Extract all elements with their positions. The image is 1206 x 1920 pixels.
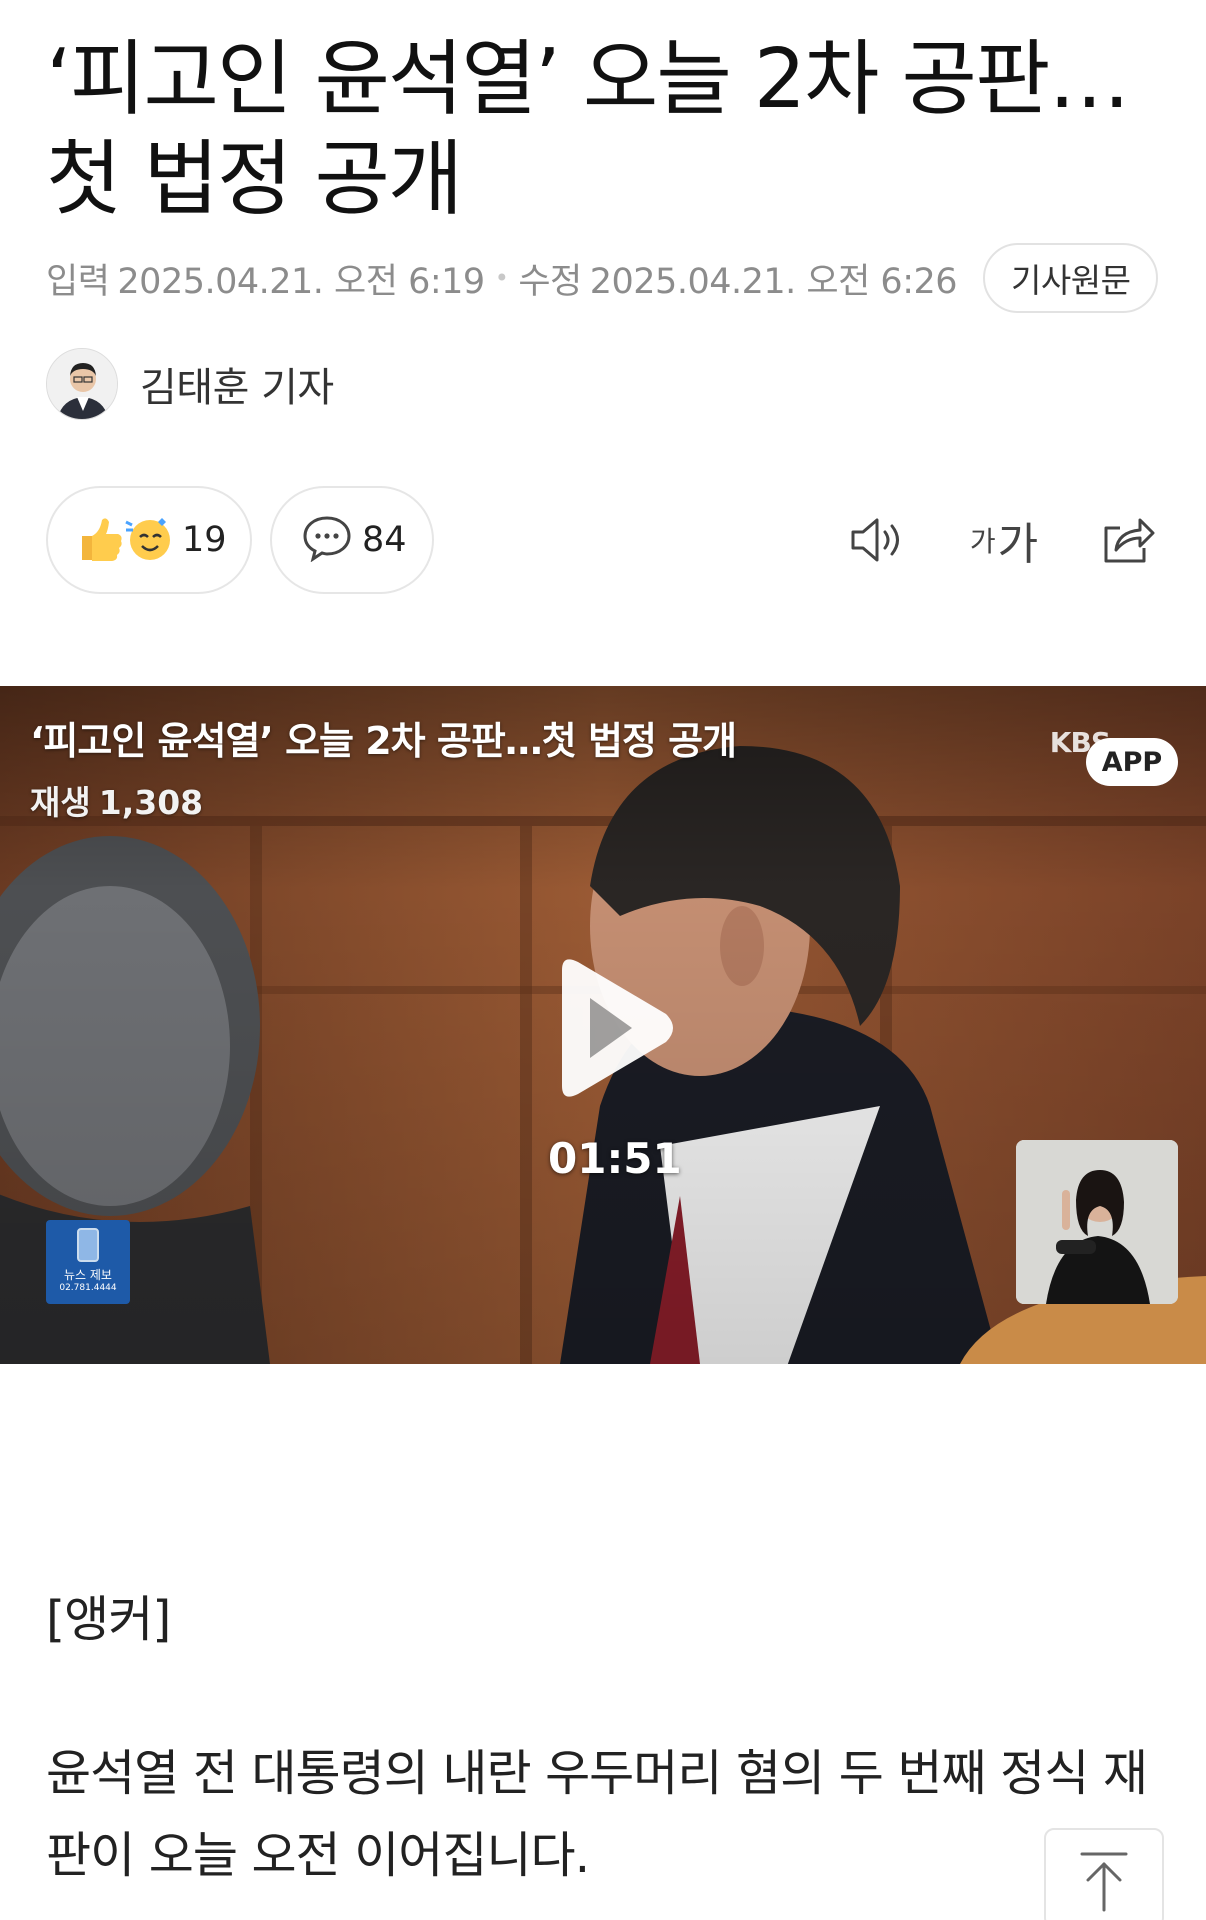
share-icon[interactable] [1096, 510, 1160, 570]
arrow-up-icon [1076, 1850, 1132, 1916]
views-count: 1,308 [98, 783, 204, 822]
font-large-label: 가 [997, 519, 1039, 570]
meta-separator: • [494, 264, 509, 292]
thumbs-up-smile-icon [76, 510, 172, 570]
speech-bubble-icon [302, 514, 352, 566]
avatar-icon [47, 349, 117, 419]
video-title: ‘피고인 윤석열’ 오늘 2차 공판…첫 법정 공개 [30, 719, 737, 763]
reaction-count: 19 [182, 520, 227, 560]
news-tip-badge: 뉴스 제보 02.781.4444 [46, 1220, 130, 1304]
original-article-button[interactable]: 기사원문 [983, 243, 1159, 313]
anchor-label: [앵커] [46, 1591, 171, 1648]
modified-label: 수정 [518, 261, 582, 302]
avatar [46, 348, 118, 420]
reaction-button[interactable]: 19 [46, 486, 252, 594]
comment-count: 84 [362, 520, 407, 560]
comment-button[interactable]: 84 [270, 486, 434, 594]
tip-text: 뉴스 제보 [64, 1268, 112, 1282]
article-title: ‘피고인 윤석열’ 오늘 2차 공판…첫 법정 공개 [46, 32, 1130, 227]
video-duration: 01:51 [548, 1134, 682, 1183]
font-size-button[interactable]: 가가 [964, 510, 1044, 570]
video-views: 재생 1,308 [30, 776, 203, 824]
views-label: 재생 [30, 783, 91, 822]
article-body: [앵커] 윤석열 전 대통령의 내란 우두머리 혐의 두 번째 정식 재판이 오… [46, 1580, 1166, 1897]
tip-phone: 02.781.4444 [59, 1283, 117, 1293]
font-small-label: 가 [969, 525, 996, 558]
speaker-icon[interactable] [846, 510, 912, 570]
sign-language-inset [1016, 1140, 1178, 1304]
author-name: 김태훈 기자 [140, 365, 334, 411]
phone-icon [77, 1228, 99, 1262]
scroll-top-button[interactable] [1044, 1828, 1164, 1920]
author[interactable]: 김태훈 기자 [46, 348, 334, 420]
input-date: 2025.04.21. 오전 6:19 [117, 261, 485, 302]
action-bar: 19 84 가가 [46, 486, 1166, 594]
play-icon[interactable] [542, 948, 682, 1108]
video-player[interactable]: ‘피고인 윤석열’ 오늘 2차 공판…첫 법정 공개 재생 1,308 KBS A… [0, 686, 1206, 1364]
body-paragraph: 윤석열 전 대통령의 내란 우두머리 혐의 두 번째 정식 재판이 오늘 오전 … [46, 1745, 1148, 1884]
app-badge[interactable]: APP [1086, 738, 1178, 786]
article-meta: 입력 2025.04.21. 오전 6:19 • 수정 2025.04.21. … [46, 243, 1166, 313]
modified-date: 2025.04.21. 오전 6:26 [589, 261, 958, 302]
input-label: 입력 [46, 261, 110, 302]
